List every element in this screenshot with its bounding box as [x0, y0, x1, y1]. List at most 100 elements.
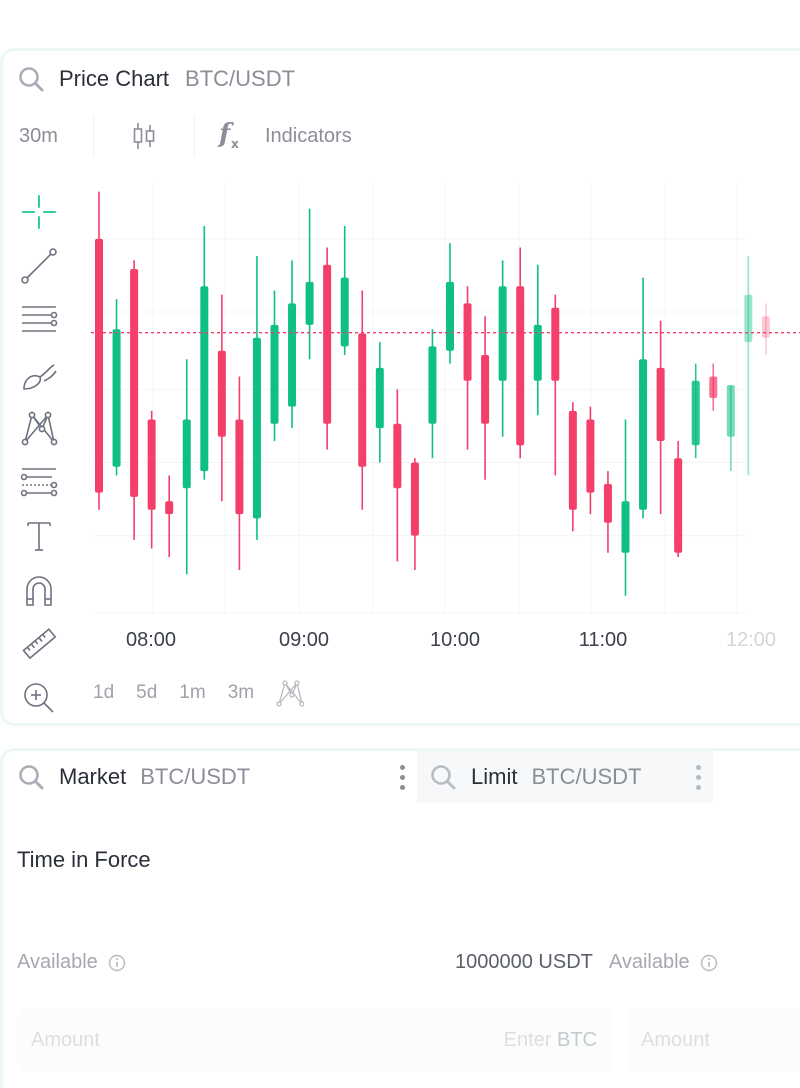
enter-hint: Enter BTC: [504, 1029, 597, 1052]
compare-pattern-icon[interactable]: [276, 679, 305, 707]
time-range-bar: 1d 5d 1m 3m: [93, 675, 305, 711]
drawing-toolbar: [19, 185, 59, 725]
candle-body: [761, 316, 770, 338]
magnet-tool[interactable]: [19, 563, 59, 617]
chart-type-button[interactable]: [94, 116, 194, 156]
range-5d[interactable]: 5d: [136, 682, 157, 704]
candle-body: [182, 419, 191, 489]
time-in-force-label: Time in Force: [17, 847, 151, 872]
function-fx-icon: f x: [217, 120, 239, 151]
text-icon: [27, 522, 51, 551]
candle-body: [744, 294, 753, 343]
chart-toolbar: 30m f x Indicators: [3, 113, 800, 159]
range-1m[interactable]: 1m: [179, 682, 205, 704]
candle-body: [568, 410, 577, 510]
candle-body: [305, 281, 314, 325]
amount-field-2[interactable]: [627, 1009, 800, 1071]
tab-market[interactable]: Market BTC/USDT: [3, 751, 417, 803]
svg-text:x: x: [231, 137, 239, 151]
candle-body: [270, 324, 279, 424]
available-label: Available: [17, 951, 98, 973]
candle-body: [375, 367, 384, 429]
horizontal-lines-tool[interactable]: [19, 293, 59, 347]
candle-body: [726, 385, 735, 437]
trend-line-icon: [21, 248, 57, 284]
text-tool[interactable]: [19, 509, 59, 563]
candlestick-icon: [133, 123, 155, 149]
info-icon[interactable]: [108, 954, 126, 972]
fib-retracement-tool[interactable]: [19, 455, 59, 509]
candle-body: [147, 419, 156, 510]
tab-limit[interactable]: Limit BTC/USDT: [417, 751, 713, 803]
time-axis-label: 10:00: [430, 629, 480, 651]
indicators-fx-button[interactable]: f x: [195, 120, 265, 152]
candle-body: [691, 380, 700, 446]
candle-body: [323, 264, 332, 424]
crosshair-tool[interactable]: [19, 185, 59, 239]
chart-symbol[interactable]: BTC/USDT: [185, 66, 295, 92]
enter-unit: BTC: [557, 1028, 597, 1051]
candle-body: [358, 333, 367, 467]
candle-body: [393, 423, 402, 489]
candle-body: [446, 281, 454, 351]
candle-body: [252, 337, 261, 519]
enter-hint-text: Enter: [503, 1028, 552, 1051]
price-chart-panel: 08:00 09:00 10:00 11:00 12:00 Price Chart BT…: [0, 48, 800, 726]
more-options-icon[interactable]: [683, 764, 713, 790]
zoom-in-icon: [24, 683, 54, 713]
candle-body: [410, 462, 419, 536]
ruler-icon: [22, 628, 57, 660]
candle-body: [674, 458, 683, 553]
magnet-icon: [26, 576, 52, 606]
available-row-2: 1000000 USDT Available: [455, 951, 718, 974]
available-label-2: Available: [608, 951, 690, 973]
candle-body: [463, 303, 472, 381]
candle-body: [621, 501, 630, 553]
available-row: Available: [17, 951, 126, 974]
candle-body: [709, 376, 718, 398]
pattern-tool[interactable]: [19, 401, 59, 455]
pattern-icon: [21, 411, 58, 446]
order-panel: Market BTC/USDT Limit BTC/USDT Time in F…: [0, 748, 800, 1088]
candle-body: [516, 286, 525, 446]
amount-input[interactable]: [31, 1028, 231, 1052]
candle-body: [217, 350, 226, 437]
order-tabs: Market BTC/USDT Limit BTC/USDT: [3, 751, 800, 803]
candle-body: [112, 329, 121, 467]
fib-retracement-icon: [20, 468, 58, 497]
brush-tool[interactable]: [19, 347, 59, 401]
market-tab-symbol: BTC/USDT: [140, 764, 251, 789]
search-icon[interactable]: [429, 763, 457, 791]
more-options-icon[interactable]: [387, 764, 417, 790]
search-icon[interactable]: [17, 763, 45, 791]
info-icon[interactable]: [700, 954, 718, 972]
zoom-in-tool[interactable]: [19, 671, 59, 725]
ruler-tool[interactable]: [19, 617, 59, 671]
range-3m[interactable]: 3m: [228, 682, 254, 704]
amount-field[interactable]: Enter BTC: [17, 1009, 611, 1071]
indicators-button[interactable]: Indicators: [265, 125, 352, 148]
trend-line-tool[interactable]: [19, 239, 59, 293]
available-balance: 1000000 USDT: [455, 951, 593, 973]
chart-title: Price Chart: [59, 66, 170, 91]
candle-body: [481, 355, 490, 424]
candle-body: [165, 501, 174, 515]
horizontal-lines-icon: [22, 306, 58, 332]
search-icon[interactable]: [17, 65, 45, 93]
time-axis-label: 08:00: [126, 629, 176, 651]
candle-body: [428, 346, 437, 424]
limit-tab-title: Limit: [471, 764, 518, 789]
crosshair-icon: [22, 195, 56, 229]
candle-body: [586, 419, 595, 493]
market-tab-title: Market: [59, 764, 127, 789]
range-1d[interactable]: 1d: [93, 682, 114, 704]
limit-tab-symbol: BTC/USDT: [531, 764, 642, 789]
time-axis-label: 12:00: [726, 629, 776, 651]
candle-body: [95, 238, 103, 493]
amount-input-2[interactable]: [641, 1028, 791, 1052]
candle-body: [656, 367, 665, 441]
candle-body: [288, 303, 297, 407]
candle-body: [235, 419, 244, 515]
interval-selector[interactable]: 30m: [3, 125, 93, 148]
chart-header: Price Chart BTC/USDT: [3, 51, 800, 107]
